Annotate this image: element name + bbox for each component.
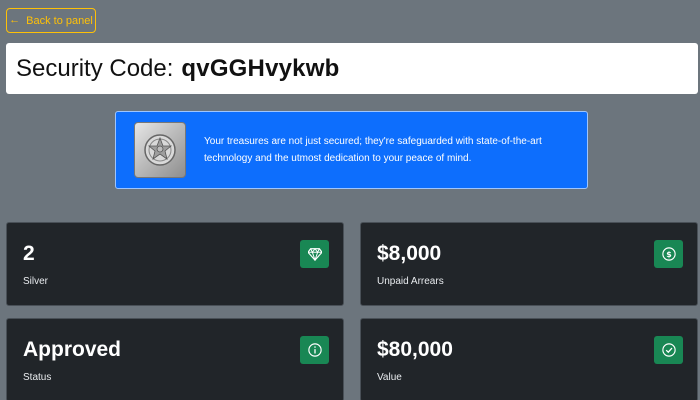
stat-label: Unpaid Arrears: [377, 276, 444, 287]
stat-label: Value: [377, 372, 402, 383]
security-code-bar: Security Code: qvGGHvykwb: [6, 43, 698, 94]
stat-card-status: Approved Status: [6, 318, 344, 400]
stat-value: Approved: [23, 338, 122, 361]
arrow-left-icon: ←: [9, 14, 21, 26]
stat-card-silver: 2 Silver: [6, 222, 344, 306]
security-code-label: Security Code:: [16, 54, 174, 82]
back-button-label: Back to panel: [26, 14, 93, 27]
dollar-circle-icon: $: [654, 240, 683, 268]
back-to-panel-button[interactable]: ← Back to panel: [6, 8, 96, 33]
page: ← Back to panel Security Code: qvGGHvykw…: [0, 0, 700, 400]
safe-icon: [134, 122, 186, 178]
gem-icon: [300, 240, 329, 268]
info-circle-icon: [300, 336, 329, 364]
check-circle-icon: [654, 336, 683, 364]
stat-card-value: $80,000 Value: [360, 318, 698, 400]
security-code-value: qvGGHvykwb: [181, 54, 340, 82]
stat-label: Silver: [23, 276, 49, 287]
alert-text: Your treasures are not just secured; the…: [204, 136, 542, 164]
info-alert: Your treasures are not just secured; the…: [115, 111, 588, 189]
svg-text:$: $: [666, 250, 671, 259]
stat-label: Status: [23, 372, 52, 383]
stat-card-unpaid-arrears: $8,000 Unpaid Arrears $: [360, 222, 698, 306]
stat-value: $8,000: [377, 242, 442, 265]
stat-value: 2: [23, 242, 35, 265]
stat-value: $80,000: [377, 338, 453, 361]
